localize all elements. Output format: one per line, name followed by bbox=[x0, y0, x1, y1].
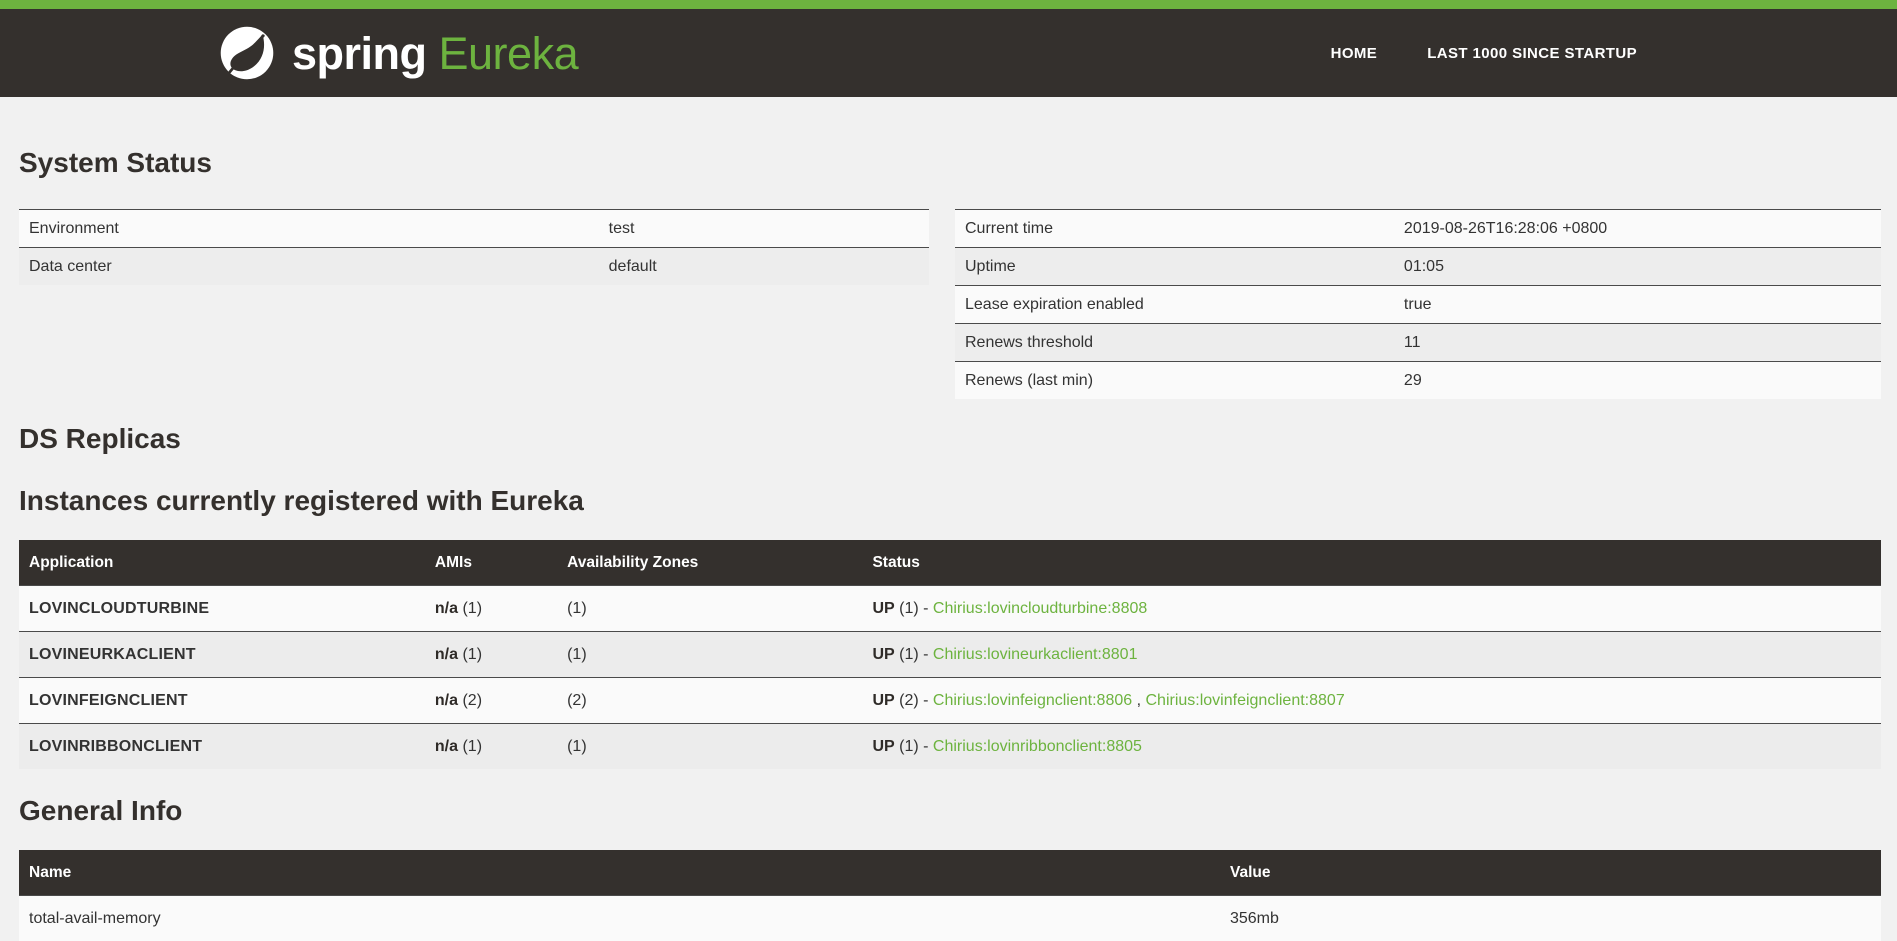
instance-zones: (2) bbox=[557, 678, 862, 724]
col-application: Application bbox=[19, 540, 425, 586]
env-body: EnvironmenttestData centerdefault bbox=[19, 210, 929, 286]
instance-application: LOVINRIBBONCLIENT bbox=[19, 724, 425, 770]
instance-link[interactable]: Chirius:lovinfeignclient:8807 bbox=[1145, 692, 1344, 709]
general-body: total-avail-memory356mb bbox=[19, 896, 1881, 941]
instance-row: LOVINCLOUDTURBINEn/a (1)(1)UP (1) - Chir… bbox=[19, 586, 1881, 632]
runtime-row: Lease expiration enabledtrue bbox=[955, 286, 1881, 324]
runtime-value: 01:05 bbox=[1394, 248, 1881, 286]
runtime-row: Current time2019-08-26T16:28:06 +0800 bbox=[955, 210, 1881, 248]
main-nav: HOME LAST 1000 SINCE STARTUP bbox=[1331, 45, 1637, 62]
app-header: springEureka HOME LAST 1000 SINCE STARTU… bbox=[0, 9, 1897, 97]
runtime-label: Current time bbox=[955, 210, 1394, 248]
main-content: System Status EnvironmenttestData center… bbox=[0, 147, 1897, 941]
instance-amis-na: n/a bbox=[435, 646, 458, 663]
general-info-value: 356mb bbox=[1220, 896, 1881, 941]
instance-application: LOVINCLOUDTURBINE bbox=[19, 586, 425, 632]
instance-link[interactable]: Chirius:lovinfeignclient:8806 bbox=[933, 692, 1132, 709]
instances-table: Application AMIs Availability Zones Stat… bbox=[19, 540, 1881, 769]
instance-row: LOVINEURKACLIENTn/a (1)(1)UP (1) - Chiri… bbox=[19, 632, 1881, 678]
general-info-row: total-avail-memory356mb bbox=[19, 896, 1881, 941]
brand-eureka: Eureka bbox=[439, 28, 579, 79]
brand-spring: spring bbox=[292, 28, 427, 79]
instance-status: UP (1) - Chirius:lovincloudturbine:8808 bbox=[862, 586, 1881, 632]
environment-value: default bbox=[599, 248, 929, 286]
runtime-body: Current time2019-08-26T16:28:06 +0800Upt… bbox=[955, 210, 1881, 400]
col-amis: AMIs bbox=[425, 540, 557, 586]
instance-status: UP (1) - Chirius:lovineurkaclient:8801 bbox=[862, 632, 1881, 678]
runtime-value: true bbox=[1394, 286, 1881, 324]
instance-zones: (1) bbox=[557, 724, 862, 770]
instance-application: LOVINEURKACLIENT bbox=[19, 632, 425, 678]
general-info-table: Name Value total-avail-memory356mb bbox=[19, 850, 1881, 941]
instance-link[interactable]: Chirius:lovincloudturbine:8808 bbox=[933, 600, 1147, 617]
runtime-value: 29 bbox=[1394, 362, 1881, 400]
instance-amis: n/a (1) bbox=[425, 632, 557, 678]
nav-last1000-link[interactable]: LAST 1000 SINCE STARTUP bbox=[1427, 45, 1637, 62]
general-info-label: total-avail-memory bbox=[19, 896, 1220, 941]
instance-row: LOVINFEIGNCLIENTn/a (2)(2)UP (2) - Chiri… bbox=[19, 678, 1881, 724]
brand-text: springEureka bbox=[292, 31, 578, 76]
environment-label: Data center bbox=[19, 248, 599, 286]
instance-status: UP (2) - Chirius:lovinfeignclient:8806 ,… bbox=[862, 678, 1881, 724]
instance-application: LOVINFEIGNCLIENT bbox=[19, 678, 425, 724]
runtime-value: 11 bbox=[1394, 324, 1881, 362]
col-name: Name bbox=[19, 850, 1220, 896]
environment-row: Environmenttest bbox=[19, 210, 929, 248]
instance-row: LOVINRIBBONCLIENTn/a (1)(1)UP (1) - Chir… bbox=[19, 724, 1881, 770]
instance-amis-na: n/a bbox=[435, 738, 458, 755]
runtime-label: Renews threshold bbox=[955, 324, 1394, 362]
system-status-title: System Status bbox=[19, 147, 1881, 179]
instance-amis-na: n/a bbox=[435, 600, 458, 617]
general-info-header-row: Name Value bbox=[19, 850, 1881, 896]
runtime-row: Renews (last min)29 bbox=[955, 362, 1881, 400]
environment-label: Environment bbox=[19, 210, 599, 248]
instance-amis: n/a (2) bbox=[425, 678, 557, 724]
instance-zones: (1) bbox=[557, 632, 862, 678]
ds-replicas-title: DS Replicas bbox=[19, 423, 1881, 455]
nav-home-link[interactable]: HOME bbox=[1331, 45, 1378, 62]
instances-header-row: Application AMIs Availability Zones Stat… bbox=[19, 540, 1881, 586]
top-accent-bar bbox=[0, 0, 1897, 9]
runtime-label: Uptime bbox=[955, 248, 1394, 286]
instances-title: Instances currently registered with Eure… bbox=[19, 485, 1881, 517]
general-info-title: General Info bbox=[19, 795, 1881, 827]
instance-amis: n/a (1) bbox=[425, 586, 557, 632]
general-info-table-head: Name Value bbox=[19, 850, 1881, 896]
environment-table: EnvironmenttestData centerdefault bbox=[19, 209, 929, 285]
instances-table-head: Application AMIs Availability Zones Stat… bbox=[19, 540, 1881, 586]
col-status: Status bbox=[862, 540, 1881, 586]
runtime-row: Renews threshold11 bbox=[955, 324, 1881, 362]
instance-link[interactable]: Chirius:lovineurkaclient:8801 bbox=[933, 646, 1138, 663]
runtime-row: Uptime01:05 bbox=[955, 248, 1881, 286]
instance-status: UP (1) - Chirius:lovinribbonclient:8805 bbox=[862, 724, 1881, 770]
instance-amis: n/a (1) bbox=[425, 724, 557, 770]
instances-body: LOVINCLOUDTURBINEn/a (1)(1)UP (1) - Chir… bbox=[19, 586, 1881, 770]
instance-status-state: UP bbox=[872, 646, 894, 663]
runtime-value: 2019-08-26T16:28:06 +0800 bbox=[1394, 210, 1881, 248]
instance-zones: (1) bbox=[557, 586, 862, 632]
instance-status-state: UP bbox=[872, 738, 894, 755]
system-status-section: EnvironmenttestData centerdefault Curren… bbox=[19, 209, 1881, 399]
col-value: Value bbox=[1220, 850, 1881, 896]
environment-value: test bbox=[599, 210, 929, 248]
runtime-label: Lease expiration enabled bbox=[955, 286, 1394, 324]
instance-amis-na: n/a bbox=[435, 692, 458, 709]
col-availability-zones: Availability Zones bbox=[557, 540, 862, 586]
runtime-table: Current time2019-08-26T16:28:06 +0800Upt… bbox=[955, 209, 1881, 399]
instance-status-state: UP bbox=[872, 600, 894, 617]
instance-link[interactable]: Chirius:lovinribbonclient:8805 bbox=[933, 738, 1142, 755]
environment-row: Data centerdefault bbox=[19, 248, 929, 286]
instance-status-state: UP bbox=[872, 692, 894, 709]
runtime-label: Renews (last min) bbox=[955, 362, 1394, 400]
brand: springEureka bbox=[218, 24, 578, 82]
spring-leaf-icon bbox=[218, 24, 276, 82]
